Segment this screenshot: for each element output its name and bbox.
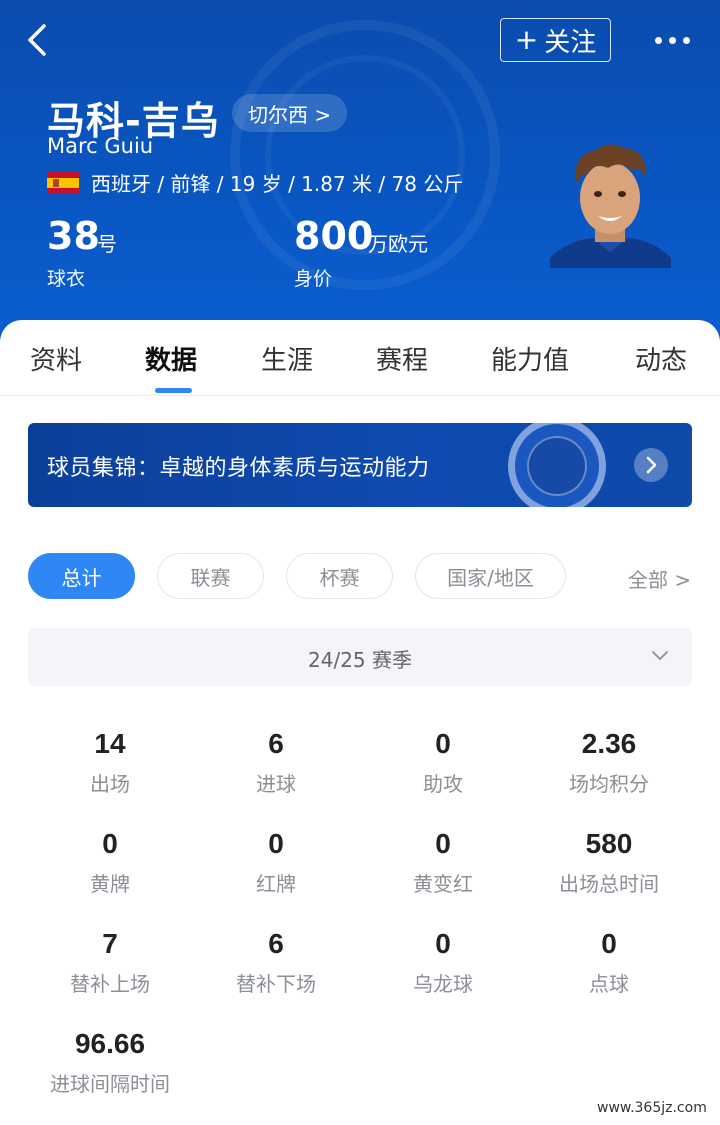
- stat-minutes: 580 出场总时间: [526, 828, 692, 897]
- chelsea-crest-icon: [508, 423, 606, 507]
- stat-second-yellow: 0 黄变红: [360, 828, 526, 897]
- stat-label: 替补下场: [236, 972, 316, 996]
- player-avatar: [548, 140, 673, 268]
- stat-value: 14: [94, 728, 126, 759]
- tab-data[interactable]: 数据: [145, 340, 197, 377]
- stat-label: 进球间隔时间: [50, 1072, 170, 1096]
- player-english-name: Marc Guiu: [47, 134, 154, 158]
- stat-value: 0: [435, 828, 451, 859]
- season-select[interactable]: 24/25 赛季: [28, 628, 692, 686]
- spain-flag-icon: [47, 171, 79, 194]
- tab-career[interactable]: 生涯: [261, 340, 313, 377]
- active-tab-indicator: [155, 388, 192, 393]
- stat-goal-interval: 96.66 进球间隔时间: [27, 1028, 193, 1097]
- stat-label: 点球: [589, 972, 629, 996]
- stat-yellow-cards: 0 黄牌: [27, 828, 193, 897]
- stat-own-goals: 0 乌龙球: [360, 928, 526, 997]
- stat-red-cards: 0 红牌: [193, 828, 359, 897]
- follow-label: 关注: [544, 27, 597, 58]
- tab-schedule[interactable]: 赛程: [376, 340, 428, 377]
- jersey-number: 38: [47, 214, 100, 258]
- filter-cup[interactable]: 杯赛: [286, 553, 393, 599]
- stat-value: 7: [102, 928, 118, 959]
- follow-button[interactable]: + 关注: [500, 18, 611, 62]
- stat-label: 黄变红: [413, 872, 473, 896]
- stat-appearances: 14 出场: [27, 728, 193, 797]
- stat-penalties: 0 点球: [526, 928, 692, 997]
- stat-value: 580: [585, 828, 633, 859]
- stat-label: 出场总时间: [559, 872, 659, 896]
- market-value: 800: [294, 214, 374, 258]
- chevron-right-icon[interactable]: [634, 448, 668, 482]
- stat-goals: 6 进球: [193, 728, 359, 797]
- back-arrow-icon[interactable]: [18, 20, 58, 60]
- stat-value: 6: [268, 928, 284, 959]
- stat-value: 0: [102, 828, 118, 859]
- club-link[interactable]: 切尔西 >: [232, 94, 348, 132]
- stat-label: 黄牌: [90, 872, 130, 896]
- filter-league[interactable]: 联赛: [157, 553, 264, 599]
- stat-value: 0: [435, 728, 451, 759]
- highlights-banner[interactable]: 球员集锦：卓越的身体素质与运动能力: [28, 423, 692, 507]
- stat-value: 0: [435, 928, 451, 959]
- stat-value: 0: [601, 928, 617, 959]
- tab-profile[interactable]: 资料: [30, 340, 82, 377]
- jersey-unit: 号: [97, 232, 117, 256]
- player-info-row: 西班牙 / 前锋 / 19 岁 / 1.87 米 / 78 公斤: [47, 168, 463, 197]
- stat-sub-off: 6 替补下场: [193, 928, 359, 997]
- player-header: + 关注 马科-吉乌 切尔西 > Marc Guiu 西班牙 / 前锋 / 19…: [0, 0, 720, 350]
- stat-points-per-game: 2.36 场均积分: [526, 728, 692, 797]
- stat-label: 乌龙球: [413, 972, 473, 996]
- more-dots-icon[interactable]: [650, 28, 694, 52]
- stat-value: 0: [268, 828, 284, 859]
- stat-label: 红牌: [256, 872, 296, 896]
- tab-bar: 资料 数据 生涯 赛程 能力值 动态: [0, 322, 720, 394]
- season-label: 24/25 赛季: [308, 648, 412, 672]
- market-value-label: 身价: [294, 268, 333, 290]
- filter-national[interactable]: 国家/地区: [415, 553, 566, 599]
- stat-assists: 0 助攻: [360, 728, 526, 797]
- jersey-label: 球衣: [47, 268, 86, 290]
- player-info-text: 西班牙 / 前锋 / 19 岁 / 1.87 米 / 78 公斤: [91, 172, 464, 196]
- stat-sub-on: 7 替补上场: [27, 928, 193, 997]
- tab-divider: [0, 395, 720, 396]
- chevron-down-icon: [650, 648, 670, 662]
- filter-total[interactable]: 总计: [28, 553, 135, 599]
- stat-value: 96.66: [74, 1028, 146, 1059]
- stat-value: 6: [268, 728, 284, 759]
- stat-label: 进球: [256, 772, 296, 796]
- watermark: www.365jz.com: [597, 1100, 707, 1116]
- stat-label: 替补上场: [70, 972, 150, 996]
- market-value-unit: 万欧元: [368, 232, 428, 256]
- stat-label: 场均积分: [569, 772, 649, 796]
- banner-text: 球员集锦：卓越的身体素质与运动能力: [47, 456, 430, 481]
- plus-icon: +: [514, 23, 539, 56]
- filter-all[interactable]: 全部 >: [628, 564, 691, 593]
- tab-ability[interactable]: 能力值: [491, 340, 569, 377]
- stat-label: 出场: [90, 772, 130, 796]
- tab-news[interactable]: 动态: [635, 340, 687, 377]
- stat-value: 2.36: [581, 728, 637, 759]
- stat-label: 助攻: [423, 772, 463, 796]
